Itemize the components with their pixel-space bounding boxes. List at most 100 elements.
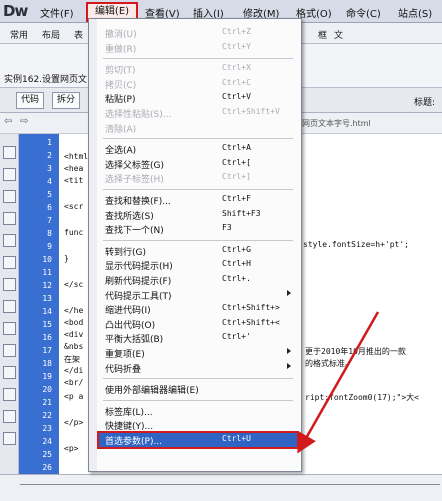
menu-file[interactable]: 文件(F)	[40, 5, 74, 20]
menu-item[interactable]: 查找所选(S) Shift+F3	[99, 208, 297, 222]
tab-text[interactable]: 文	[334, 28, 343, 41]
code-line[interactable]: <scr	[64, 202, 83, 211]
line-number: 8	[47, 229, 52, 238]
menu-item-label: 全选(A)	[105, 146, 137, 157]
line-number: 17	[42, 346, 52, 355]
code-line[interactable]: ript:fontZoom0(17);">大<	[305, 392, 419, 403]
collapse-tag-icon[interactable]	[3, 168, 16, 181]
code-line[interactable]: style.fontSize=h+'pt';	[303, 240, 409, 249]
code-line[interactable]: 在架	[64, 354, 80, 365]
menu-item-shortcut: Ctrl+]	[222, 172, 251, 182]
menu-item[interactable]: 显示代码提示(H) Ctrl+H	[99, 258, 297, 272]
code-line[interactable]: 的格式标准。	[305, 358, 353, 369]
line-number: 14	[42, 307, 52, 316]
menu-item[interactable]: 选择父标签(G) Ctrl+[	[99, 157, 297, 171]
menu-site[interactable]: 站点(S)	[398, 5, 432, 20]
code-line[interactable]: <br/	[64, 378, 83, 387]
remove-comment-icon[interactable]	[3, 366, 16, 379]
menu-item[interactable]: 清除(A)	[99, 121, 297, 135]
menu-item[interactable]: 撤消(U) Ctrl+Z	[99, 26, 297, 40]
menu-item[interactable]: 平衡大括弧(B) Ctrl+'	[99, 331, 297, 345]
menu-item[interactable]: 查找下一个(N) F3	[99, 222, 297, 236]
split-view-button[interactable]: 拆分	[52, 92, 81, 109]
apply-comment-icon[interactable]	[3, 344, 16, 357]
menu-item[interactable]: 查找和替换(F)... Ctrl+F	[99, 193, 297, 207]
collapse-selection-icon[interactable]	[3, 190, 16, 203]
open-documents-icon[interactable]	[3, 146, 16, 159]
recent-snippets-icon[interactable]	[3, 410, 16, 423]
menu-item[interactable]: 拷贝(C) Ctrl+C	[99, 77, 297, 91]
code-line[interactable]: <p>	[64, 444, 78, 453]
menu-item[interactable]: 粘贴(P) Ctrl+V	[99, 91, 297, 105]
highlight-invalid-icon[interactable]	[3, 300, 16, 313]
line-number: 7	[47, 216, 52, 225]
menu-commands[interactable]: 命令(C)	[346, 5, 381, 20]
line-number: 16	[42, 333, 52, 342]
back-arrow-icon[interactable]: ⇦	[4, 116, 12, 127]
syntax-error-icon[interactable]	[3, 322, 16, 335]
menu-item[interactable]: 全选(A) Ctrl+A	[99, 142, 297, 156]
menu-item[interactable]: 凸出代码(O) Ctrl+Shift+<	[99, 317, 297, 331]
line-numbers-icon[interactable]	[3, 278, 16, 291]
code-line[interactable]: </he	[64, 306, 83, 315]
submenu-arrow-icon	[287, 362, 291, 369]
code-line[interactable]: 更于2010年10月推出的一款	[305, 346, 406, 357]
tab-frame[interactable]: 框	[318, 28, 327, 41]
code-line[interactable]: <bod	[64, 318, 83, 327]
tab-common[interactable]: 常用	[10, 28, 28, 41]
line-number: 6	[47, 203, 52, 212]
tab-form[interactable]: 表	[74, 28, 83, 41]
forward-arrow-icon[interactable]: ⇨	[20, 116, 28, 127]
menu-item-label: 清除(A)	[105, 124, 137, 135]
menu-item[interactable]: 选择子标签(H) Ctrl+]	[99, 171, 297, 185]
menu-item[interactable]: 快捷键(Y)...	[99, 418, 297, 432]
menu-item[interactable]: 代码折叠	[99, 361, 297, 375]
menu-item[interactable]: 转到行(G) Ctrl+G	[99, 244, 297, 258]
code-line[interactable]: <div	[64, 330, 83, 339]
line-number: 26	[42, 463, 52, 472]
menu-item[interactable]: 选择性粘贴(S)... Ctrl+Shift+V	[99, 106, 297, 120]
menu-item[interactable]: 使用外部编辑器编辑(E)	[99, 382, 297, 396]
code-line[interactable]: <html	[64, 152, 88, 161]
code-view-button[interactable]: 代码	[16, 92, 45, 109]
code-line[interactable]: <hea	[64, 164, 83, 173]
menu-item[interactable]: 刷新代码提示(F) Ctrl+.	[99, 273, 297, 287]
menu-item-shortcut: Ctrl+'	[222, 332, 251, 342]
menu-item-label: 选择父标签(G)	[105, 160, 164, 171]
menu-item-label: 粘贴(P)	[105, 95, 136, 106]
menu-item-label: 查找所选(S)	[105, 211, 154, 222]
code-line[interactable]: }	[64, 254, 69, 263]
menu-item[interactable]: 剪切(T) Ctrl+X	[99, 62, 297, 76]
menu-item-shortcut: Ctrl+A	[222, 143, 251, 153]
line-number: 15	[42, 320, 52, 329]
menu-item-shortcut: Ctrl+H	[222, 259, 251, 269]
tab-layout[interactable]: 布局	[42, 28, 60, 41]
line-number: 22	[42, 411, 52, 420]
menu-item[interactable]: 代码提示工具(T)	[99, 288, 297, 302]
code-line[interactable]: <tit	[64, 176, 83, 185]
select-parent-tag-icon[interactable]	[3, 234, 16, 247]
menu-item-shortcut: Ctrl+Shift+>	[222, 303, 280, 313]
menu-item-label: 平衡大括弧(B)	[105, 335, 164, 346]
line-number: 11	[42, 268, 52, 277]
menu-separator	[103, 399, 293, 401]
menu-item[interactable]: 首选参数(P)... Ctrl+U	[97, 431, 299, 449]
code-line[interactable]: </p>	[64, 418, 83, 427]
menu-item[interactable]: 重做(R) Ctrl+Y	[99, 41, 297, 55]
line-number: 4	[47, 177, 52, 186]
code-line[interactable]: &nbs	[64, 342, 83, 351]
document-tab[interactable]: 实例162.设置网页文	[4, 72, 87, 85]
code-line[interactable]: </sc	[64, 280, 83, 289]
menu-item[interactable]: 缩进代码(I) Ctrl+Shift+>	[99, 302, 297, 316]
indent-code-icon[interactable]	[3, 432, 16, 445]
menu-item[interactable]: 标签库(L)...	[99, 404, 297, 418]
expand-all-icon[interactable]	[3, 212, 16, 225]
menu-item[interactable]: 重复项(E)	[99, 346, 297, 360]
balance-braces-icon[interactable]	[3, 256, 16, 269]
line-number: 18	[42, 359, 52, 368]
wrap-tag-icon[interactable]	[3, 388, 16, 401]
code-line[interactable]: <p a	[64, 392, 83, 401]
code-line[interactable]: </di	[64, 366, 83, 375]
code-line[interactable]: func	[64, 228, 83, 237]
menu-item-shortcut: Shift+F3	[222, 208, 261, 218]
